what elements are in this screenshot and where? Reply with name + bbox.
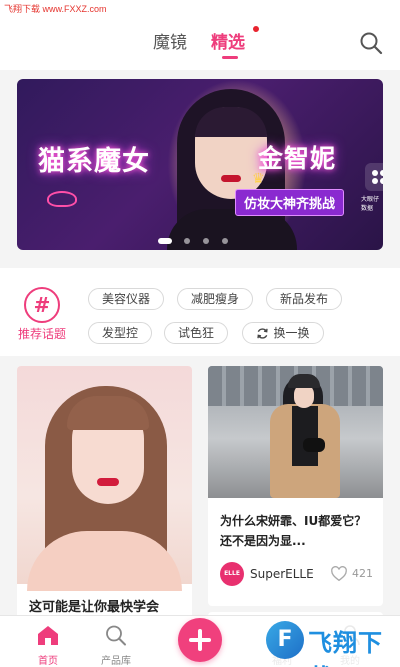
watermark-logo-text: 飞翔下载	[308, 629, 383, 667]
watermark-logo: F 飞翔下载	[262, 617, 400, 667]
carousel-dot[interactable]	[184, 238, 190, 244]
card-title: 这可能是让你最快学会	[29, 600, 160, 615]
search-icon	[106, 625, 126, 646]
banner-title-right: 金智妮	[258, 144, 337, 173]
like-count: 421	[352, 567, 373, 580]
search-icon	[360, 32, 383, 55]
tab-mirror[interactable]: 魔镜	[153, 28, 187, 53]
hashtag-icon[interactable]: #	[24, 287, 60, 323]
neon-lips-decoration	[47, 191, 77, 207]
nav-home[interactable]: 首页	[18, 616, 78, 667]
feed-card[interactable]: 为什么宋妍霏、IU都爱它？还不是因为显... ELLE SuperELLE 42…	[208, 366, 383, 606]
topic-chip[interactable]: 减肥瘦身	[177, 288, 253, 310]
active-tab-indicator	[222, 56, 238, 59]
nav-products[interactable]: 产品库	[86, 616, 146, 667]
heart-icon[interactable]	[330, 565, 348, 583]
nav-products-label: 产品库	[101, 656, 131, 667]
carousel-dot[interactable]	[158, 238, 172, 244]
watermark-text: 飞翔下载 www.FXXZ.com	[4, 4, 107, 14]
carousel-indicator	[0, 238, 400, 246]
brand-logo-text: 大眼仔数据	[361, 196, 380, 212]
feed-card[interactable]: 这可能是让你最快学会	[17, 366, 192, 626]
publish-button[interactable]	[178, 618, 222, 662]
author-avatar[interactable]: ELLE	[220, 562, 244, 586]
author-name[interactable]: SuperELLE	[250, 567, 314, 581]
topic-chip[interactable]: 新品发布	[266, 288, 342, 310]
swap-topics-button[interactable]: 换一换	[242, 322, 324, 344]
banner-title-left: 猫系魔女	[38, 146, 150, 177]
brand-logo-icon	[365, 163, 383, 191]
card-photo	[208, 366, 383, 498]
topic-chip[interactable]: 美容仪器	[88, 288, 164, 310]
refresh-icon	[257, 327, 269, 339]
topic-chip[interactable]: 试色狂	[164, 322, 228, 344]
carousel-dot[interactable]	[222, 238, 228, 244]
carousel-dot[interactable]	[203, 238, 209, 244]
swap-label: 换一换	[273, 326, 310, 340]
topics-label: 推荐话题	[18, 327, 67, 341]
app-screen: 飞翔下载 www.FXXZ.com 魔镜 精选 ♛ ☆ 大眼仔数据	[0, 0, 400, 667]
watermark-mark: F	[266, 621, 304, 659]
tab-featured[interactable]: 精选	[211, 28, 245, 53]
nav-home-label: 首页	[38, 656, 58, 667]
topic-chip[interactable]: 发型控	[88, 322, 152, 344]
notification-dot	[253, 26, 259, 32]
banner-subtitle: 仿妆大神齐挑战	[235, 189, 345, 216]
card-title: 为什么宋妍霏、IU都爱它？还不是因为显...	[220, 514, 367, 548]
search-button[interactable]	[358, 30, 384, 56]
card-photo	[17, 366, 192, 591]
home-icon	[38, 626, 58, 645]
